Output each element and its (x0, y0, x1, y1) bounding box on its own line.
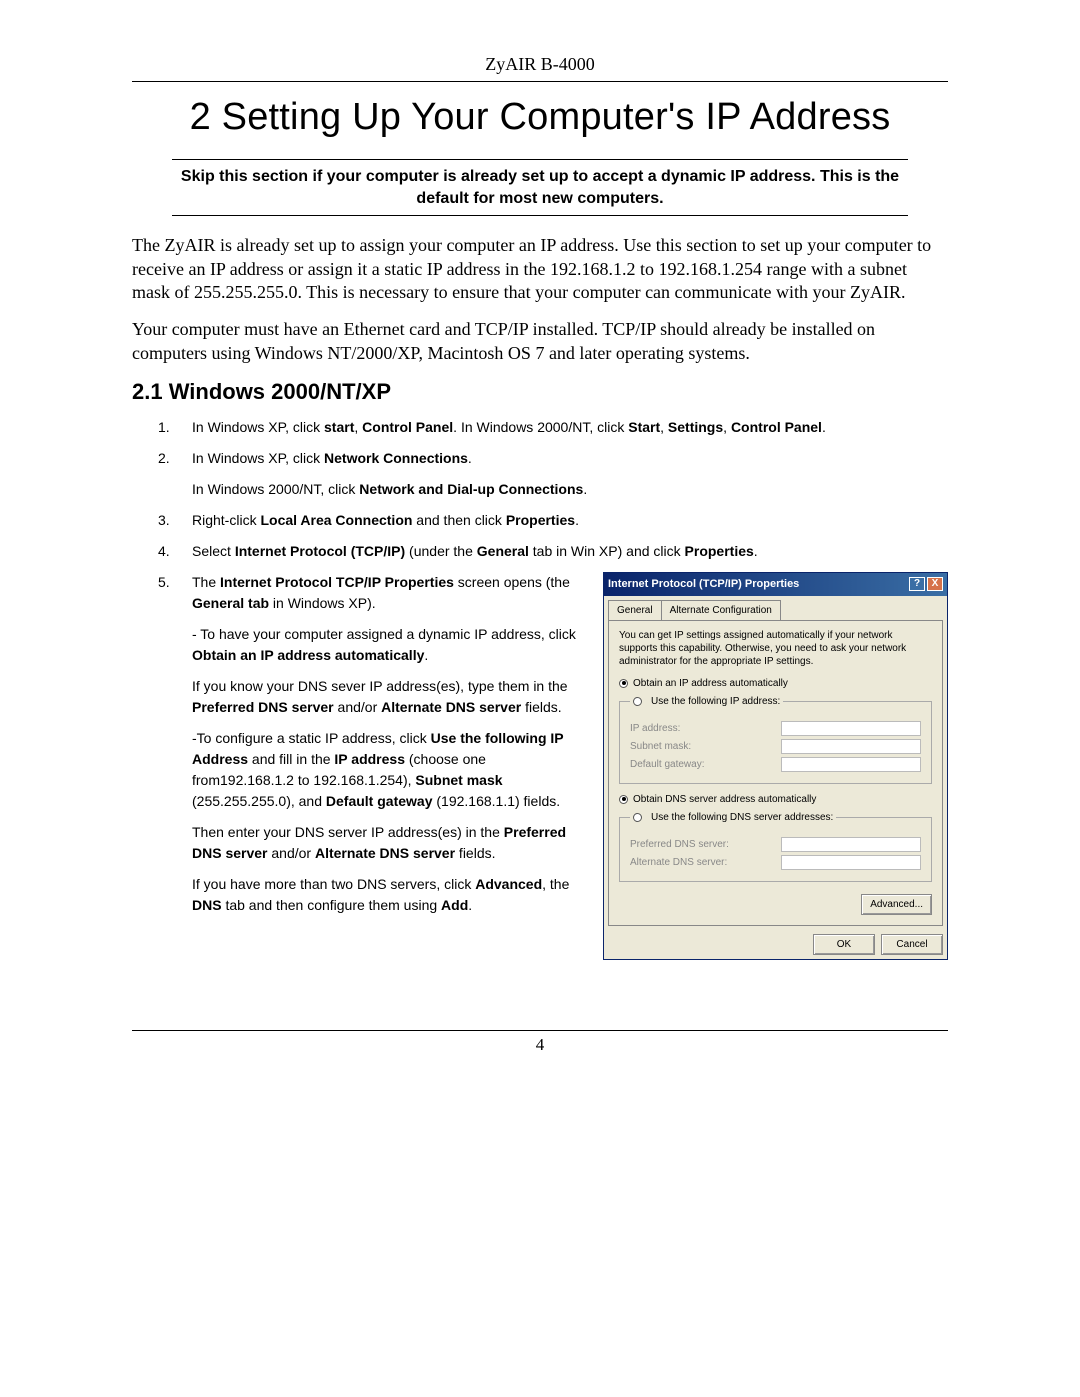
step-number: 2. (158, 448, 192, 500)
intro-paragraph-1: The ZyAIR is already set up to assign yo… (132, 234, 948, 304)
step-number: 1. (158, 417, 192, 438)
step-1: 1. In Windows XP, click start, Control P… (158, 417, 948, 438)
input-default-gateway[interactable] (781, 757, 921, 772)
section-heading: 2.1 Windows 2000/NT/XP (132, 379, 948, 405)
close-icon[interactable]: X (927, 577, 943, 591)
footer-rule (132, 1030, 948, 1031)
label-alternate-dns: Alternate DNS server: (630, 855, 727, 870)
step-2: 2. In Windows XP, click Network Connecti… (158, 448, 948, 500)
radio-icon (619, 679, 628, 688)
advanced-button[interactable]: Advanced... (861, 894, 932, 915)
tab-panel-general: You can get IP settings assigned automat… (608, 620, 943, 926)
tab-general[interactable]: General (608, 600, 662, 620)
radio-icon[interactable] (633, 813, 642, 822)
label-subnet-mask: Subnet mask: (630, 739, 691, 754)
tcpip-properties-dialog: Internet Protocol (TCP/IP) Properties ? … (603, 572, 948, 960)
radio-obtain-dns-auto[interactable]: Obtain DNS server address automatically (619, 792, 932, 807)
page-number: 4 (132, 1035, 948, 1055)
radio-use-following-ip[interactable]: Use the following IP address: (651, 694, 780, 709)
radio-icon (619, 795, 628, 804)
skip-note: Skip this section if your computer is al… (172, 159, 908, 216)
label-ip-address: IP address: (630, 721, 680, 736)
radio-obtain-ip-auto[interactable]: Obtain an IP address automatically (619, 676, 932, 691)
cancel-button[interactable]: Cancel (881, 934, 943, 955)
static-dns-group: Use the following DNS server addresses: … (619, 810, 932, 882)
radio-use-following-dns[interactable]: Use the following DNS server addresses: (651, 810, 833, 825)
input-subnet-mask[interactable] (781, 739, 921, 754)
step-5: 5. The Internet Protocol TCP/IP Properti… (158, 572, 948, 960)
chapter-title: 2 Setting Up Your Computer's IP Address (132, 96, 948, 139)
static-ip-group: Use the following IP address: IP address… (619, 694, 932, 784)
document-header: ZyAIR B-4000 (132, 54, 948, 81)
step-number: 4. (158, 541, 192, 562)
input-preferred-dns[interactable] (781, 837, 921, 852)
input-ip-address[interactable] (781, 721, 921, 736)
step-number: 5. (158, 572, 192, 960)
label-preferred-dns: Preferred DNS server: (630, 837, 729, 852)
dialog-description: You can get IP settings assigned automat… (619, 629, 932, 668)
ok-button[interactable]: OK (813, 934, 875, 955)
radio-icon[interactable] (633, 697, 642, 706)
intro-paragraph-2: Your computer must have an Ethernet card… (132, 318, 948, 365)
label-default-gateway: Default gateway: (630, 757, 705, 772)
help-icon[interactable]: ? (909, 577, 925, 591)
input-alternate-dns[interactable] (781, 855, 921, 870)
step-3: 3. Right-click Local Area Connection and… (158, 510, 948, 531)
dialog-titlebar: Internet Protocol (TCP/IP) Properties ? … (604, 573, 947, 596)
tab-alternate-configuration[interactable]: Alternate Configuration (661, 600, 781, 620)
step-4: 4. Select Internet Protocol (TCP/IP) (un… (158, 541, 948, 562)
header-rule (132, 81, 948, 82)
dialog-title: Internet Protocol (TCP/IP) Properties (608, 576, 799, 593)
step-number: 3. (158, 510, 192, 531)
